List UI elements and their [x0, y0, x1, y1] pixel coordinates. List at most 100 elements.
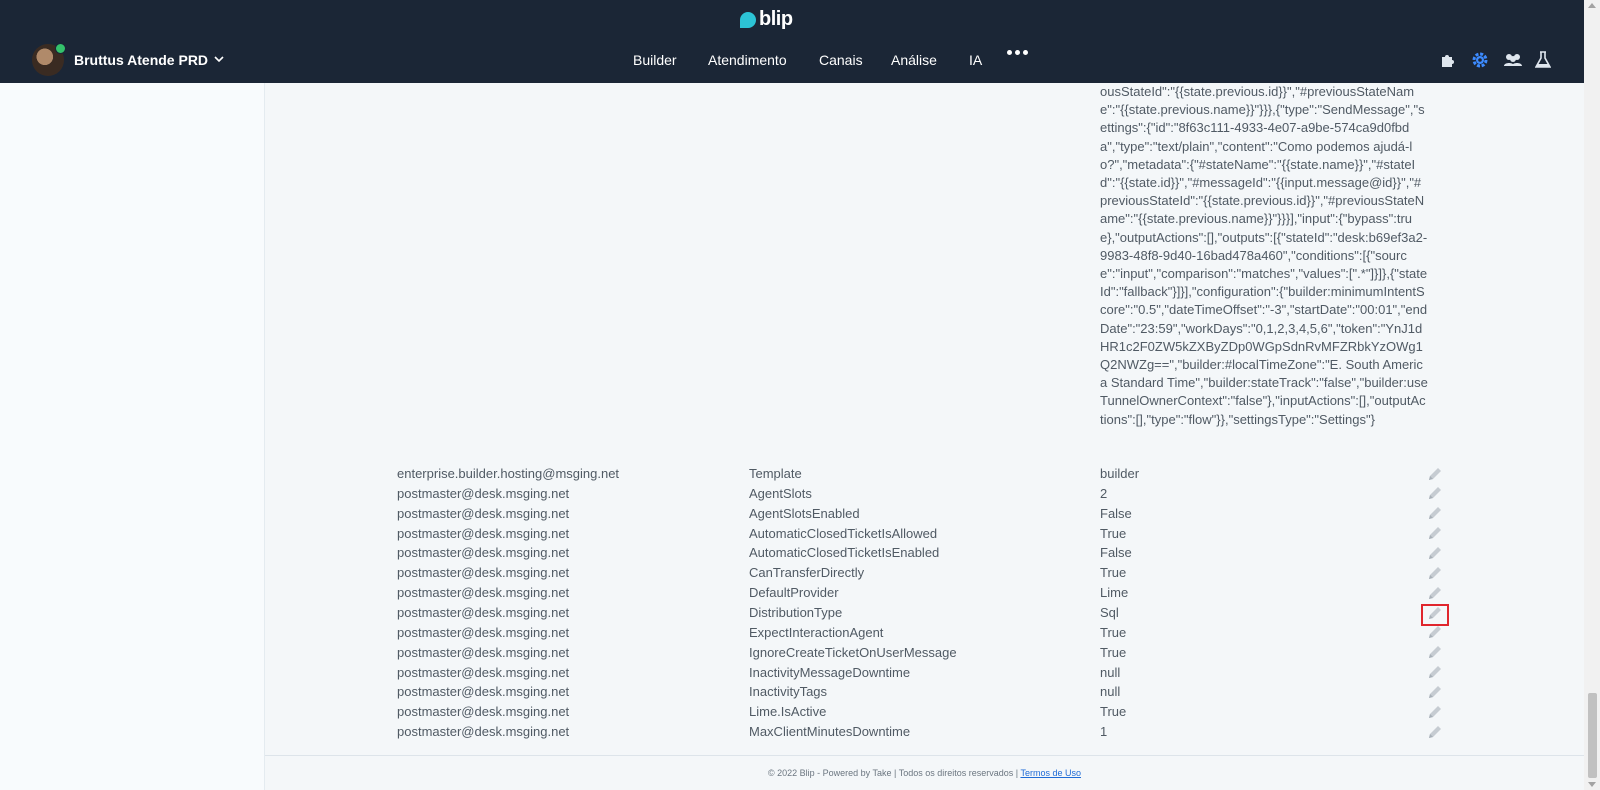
name-cell: AgentSlots	[749, 485, 812, 501]
table-row: postmaster@desk.msging.net InactivityTags…	[265, 684, 1584, 704]
owner-cell: postmaster@desk.msging.net	[397, 664, 570, 680]
edit-button[interactable]	[1425, 664, 1445, 684]
table-row: postmaster@desk.msging.net CanTransferDir…	[265, 565, 1584, 585]
name-cell: Template	[749, 466, 802, 481]
pencil-icon	[1427, 644, 1443, 663]
name-cell: InactivityMessageDowntime	[749, 664, 911, 680]
owner-cell: postmaster@desk.msging.net	[397, 565, 570, 581]
table-row: postmaster@desk.msging.net AutomaticClose…	[265, 526, 1584, 546]
owner-cell: postmaster@desk.msging.net	[397, 724, 570, 740]
owner-cell: postmaster@desk.msging.net	[397, 585, 570, 601]
scroll-down-icon[interactable]	[1588, 782, 1596, 787]
name-cell: IgnoreCreateTicketOnUserMessage	[749, 644, 957, 660]
owner-cell: enterprise.builder.hosting@msging.net	[397, 466, 620, 481]
pencil-icon	[1427, 724, 1443, 743]
team-icon[interactable]	[1503, 51, 1522, 69]
account-name: Bruttus Atende PRD	[74, 52, 209, 68]
table-row: postmaster@desk.msging.net DefaultProvide…	[265, 585, 1584, 605]
table-row: postmaster@desk.msging.net DistributionTy…	[265, 603, 1584, 626]
blip-logo-icon	[740, 11, 756, 28]
name-cell: AutomaticClosedTicketIsAllowed	[749, 525, 938, 541]
flow-json-value: ousStateId":"{{state.previous.id}}","#pr…	[1100, 84, 1428, 427]
edit-button[interactable]	[1425, 644, 1445, 664]
chevron-down-icon	[214, 54, 224, 66]
pencil-icon	[1427, 585, 1443, 604]
puzzle-icon[interactable]	[1439, 51, 1457, 69]
table-row: postmaster@desk.msging.net InactivityMess…	[265, 665, 1584, 685]
value-cell: False	[1100, 545, 1132, 561]
pencil-icon	[1427, 664, 1443, 683]
edit-button[interactable]	[1425, 624, 1445, 644]
value-cell: null	[1100, 664, 1121, 680]
table-row: postmaster@desk.msging.net ExpectInteract…	[265, 625, 1584, 645]
value-cell: Sql	[1100, 604, 1119, 620]
pencil-icon	[1427, 684, 1443, 703]
pencil-icon	[1427, 485, 1443, 504]
pencil-icon	[1427, 704, 1443, 723]
pencil-icon	[1427, 624, 1443, 643]
edit-button[interactable]	[1425, 525, 1445, 545]
nav-builder[interactable]: Builder	[633, 52, 677, 68]
footer: © 2022 Blip - Powered by Take | Todos os…	[265, 755, 1584, 790]
nav-atendimento[interactable]: Atendimento	[708, 52, 787, 68]
value-cell: True	[1100, 704, 1127, 720]
table-row: postmaster@desk.msging.net MaxClientMinut…	[265, 724, 1584, 744]
edit-button[interactable]	[1425, 544, 1445, 564]
table-row: enterprise.builder.hosting@msging.net Tem…	[265, 466, 1584, 486]
edit-button[interactable]	[1425, 465, 1445, 485]
owner-cell: postmaster@desk.msging.net	[397, 644, 570, 660]
owner-cell: postmaster@desk.msging.net	[397, 525, 570, 541]
name-cell: CanTransferDirectly	[749, 565, 865, 581]
owner-cell: postmaster@desk.msging.net	[397, 505, 570, 521]
value-cell: False	[1100, 505, 1132, 521]
table-row: postmaster@desk.msging.net AutomaticClose…	[265, 545, 1584, 565]
edit-button[interactable]	[1425, 564, 1445, 584]
owner-cell: postmaster@desk.msging.net	[397, 704, 570, 720]
blip-logo[interactable]: blip	[740, 8, 793, 31]
logo-text: blip	[759, 8, 793, 30]
sidebar	[0, 83, 265, 790]
nav-ia[interactable]: IA	[969, 52, 982, 68]
pencil-icon	[1427, 505, 1443, 524]
table-row: postmaster@desk.msging.net AgentSlotsEnab…	[265, 506, 1584, 526]
more-options-icon[interactable]	[1007, 50, 1028, 55]
pencil-icon	[1427, 545, 1443, 564]
pencil-icon	[1427, 605, 1443, 624]
pencil-icon	[1427, 525, 1443, 544]
edit-button[interactable]	[1425, 703, 1445, 723]
owner-cell: postmaster@desk.msging.net	[397, 485, 570, 501]
footer-text: © 2022 Blip - Powered by Take | Todos os…	[768, 768, 1019, 778]
edit-button[interactable]	[1421, 603, 1449, 626]
value-cell: True	[1100, 624, 1127, 640]
scroll-up-icon[interactable]	[1588, 3, 1596, 8]
value-cell: True	[1100, 565, 1127, 581]
edit-button[interactable]	[1425, 584, 1445, 604]
edit-button[interactable]	[1425, 505, 1445, 525]
edit-button[interactable]	[1425, 723, 1445, 743]
edit-button[interactable]	[1425, 683, 1445, 703]
owner-cell: postmaster@desk.msging.net	[397, 604, 570, 620]
value-cell: True	[1100, 525, 1127, 541]
scroll-thumb[interactable]	[1588, 693, 1597, 778]
terms-link[interactable]: Termos de Uso	[1020, 768, 1081, 778]
nav-analise[interactable]: Análise	[891, 52, 937, 68]
owner-cell: postmaster@desk.msging.net	[397, 684, 570, 700]
value-cell: Lime	[1100, 585, 1129, 601]
owner-cell: postmaster@desk.msging.net	[397, 624, 570, 640]
gear-icon[interactable]	[1471, 51, 1489, 69]
nav-canais[interactable]: Canais	[819, 52, 863, 68]
value-cell: null	[1100, 684, 1121, 700]
name-cell: MaxClientMinutesDowntime	[749, 724, 911, 740]
name-cell: InactivityTags	[749, 684, 828, 700]
name-cell: AutomaticClosedTicketIsEnabled	[749, 545, 940, 561]
flask-icon[interactable]	[1534, 51, 1553, 69]
name-cell: DefaultProvider	[749, 585, 839, 601]
top-navbar: blip Bruttus Atende PRD Builder Atendime…	[0, 0, 1584, 83]
name-cell: DistributionType	[749, 604, 843, 620]
value-cell: True	[1100, 644, 1127, 660]
edit-button[interactable]	[1425, 485, 1445, 505]
online-status-icon	[55, 43, 66, 54]
account-switcher[interactable]: Bruttus Atende PRD	[32, 43, 224, 76]
name-cell: Lime.IsActive	[749, 704, 827, 720]
page-scrollbar[interactable]	[1584, 0, 1600, 790]
